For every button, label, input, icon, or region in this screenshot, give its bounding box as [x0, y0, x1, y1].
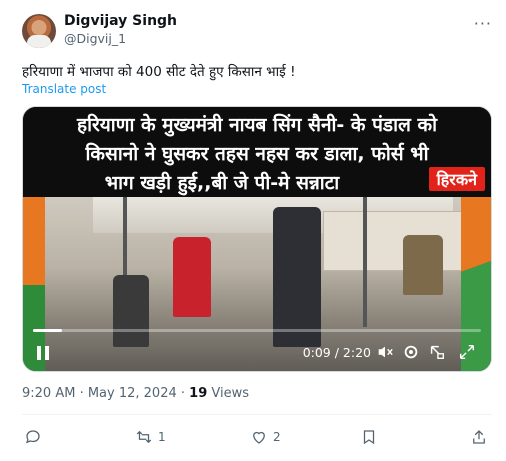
like-count: 2	[273, 430, 281, 444]
share-icon	[473, 430, 485, 444]
repost-icon	[136, 430, 152, 444]
views-label: Views	[211, 386, 250, 401]
share-button[interactable]	[470, 424, 488, 450]
tweet-date[interactable]: May 12, 2024	[88, 386, 177, 401]
video-player[interactable]: हरियाणा के मुख्यमंत्री नायब सिंग सैनी- क…	[22, 106, 492, 372]
reply-button[interactable]	[24, 424, 47, 450]
settings-icon[interactable]	[401, 343, 421, 363]
author-handle[interactable]: @Digvij_1	[64, 31, 126, 46]
video-overlay-banner: हरियाणा के मुख्यमंत्री नायब सिंग सैनी- क…	[23, 107, 491, 197]
bookmark-icon	[363, 430, 375, 445]
like-icon	[253, 431, 265, 444]
person	[273, 207, 321, 347]
tweet-text: हरियाणा में भाजपा को 400 सीट देते हुए कि…	[22, 64, 296, 80]
video-progress-fill	[33, 329, 62, 332]
tweet-time[interactable]: 9:20 AM	[22, 386, 75, 401]
video-controls: 0:09 / 2:20	[23, 335, 491, 371]
overlay-tag: हिरकने	[428, 167, 485, 191]
tweet-meta: 9:20 AM · May 12, 2024 · 19 Views	[22, 386, 250, 401]
mute-icon[interactable]	[375, 343, 395, 363]
person	[173, 237, 211, 317]
like-button[interactable]: 2	[250, 424, 281, 450]
bookmark-button[interactable]	[360, 424, 378, 450]
fullscreen-icon[interactable]	[457, 343, 477, 363]
repost-count: 1	[158, 430, 166, 444]
action-bar: 1 2	[0, 424, 506, 450]
overlay-line-3: भाग खड़ी हुई,,बी जे पी-मे सन्नाटा	[104, 172, 340, 194]
more-icon[interactable]: ···	[474, 14, 492, 33]
divider	[22, 414, 492, 415]
picture-in-picture-icon[interactable]	[427, 343, 447, 363]
repost-button[interactable]: 1	[135, 424, 166, 450]
avatar[interactable]	[22, 14, 56, 48]
pause-icon[interactable]	[35, 345, 51, 361]
video-time: 0:09 / 2:20	[302, 345, 371, 360]
tent-pole	[363, 197, 367, 327]
translate-link[interactable]: Translate post	[22, 82, 106, 96]
overlay-line-2: किसानो ने घुसकर तहस नहस कर डाला, फोर्स भ…	[85, 143, 429, 165]
person	[403, 235, 443, 295]
video-progress-bar[interactable]	[33, 329, 481, 332]
views-count: 19	[189, 386, 208, 401]
overlay-line-1: हरियाणा के मुख्यमंत्री नायब सिंग सैनी- क…	[76, 114, 438, 136]
author-name[interactable]: Digvijay Singh	[64, 13, 177, 29]
reply-icon	[25, 430, 40, 444]
